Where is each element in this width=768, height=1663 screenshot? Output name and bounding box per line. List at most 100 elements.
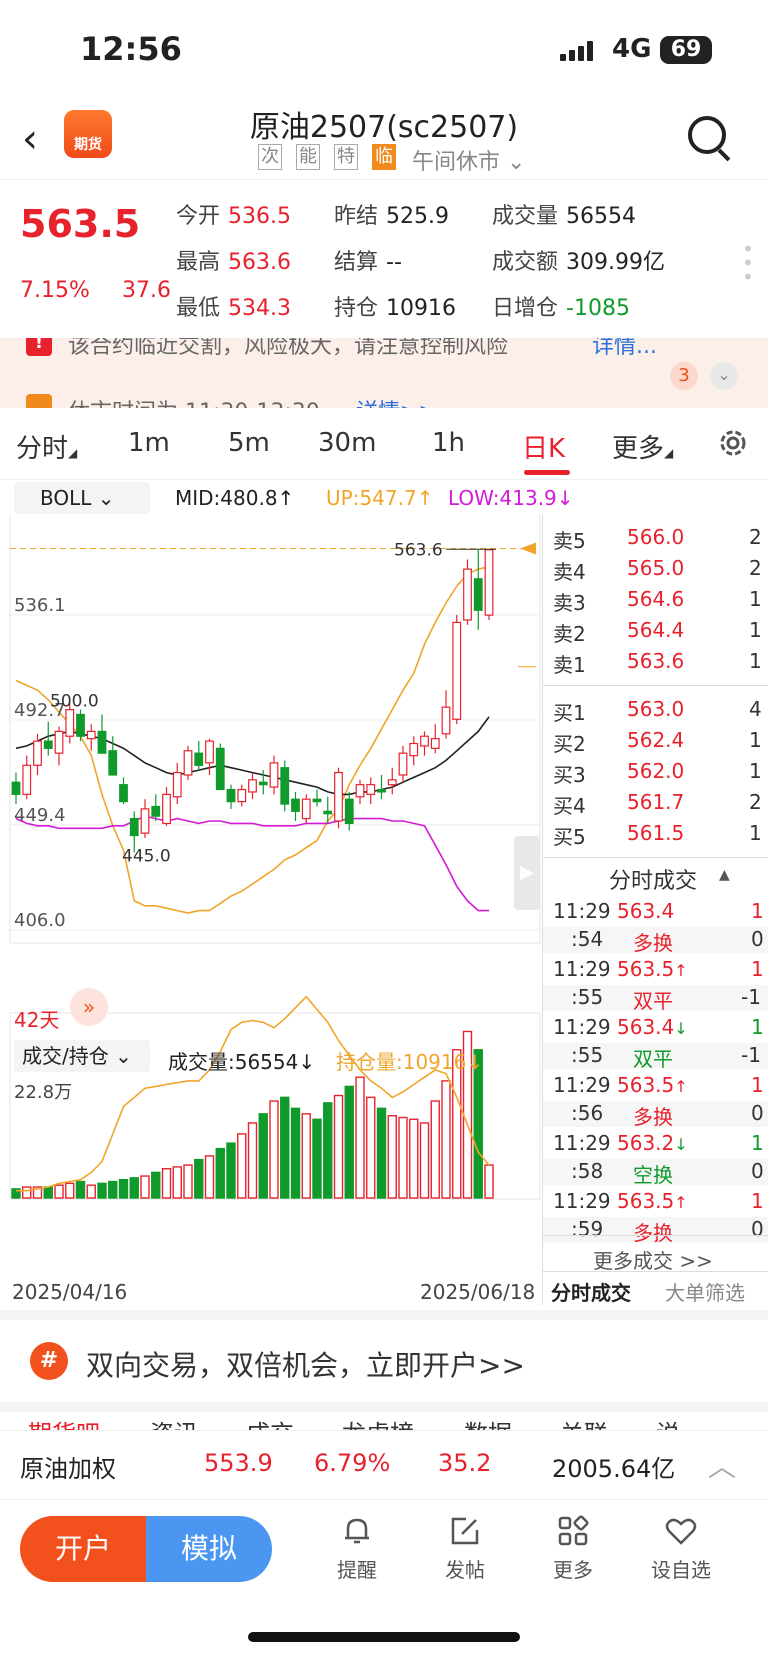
weighted-index-bar[interactable]: 原油加权 553.9 6.79% 35.2 2005.64亿 ︿ (0, 1430, 768, 1500)
alert-detail-link-2[interactable]: 详情>> (356, 394, 437, 408)
status-bar: 12:56 4G 69 (0, 0, 768, 100)
chevron-down-icon: ⌄ (97, 486, 115, 510)
heart-icon (665, 1518, 697, 1545)
promo-banner[interactable]: # 双向交易，双倍机会，立即开户>> (0, 1310, 768, 1402)
quote-field-label: 日增仓 (492, 296, 559, 321)
divider (543, 685, 768, 686)
ticks-title: 分时成交 (609, 869, 698, 894)
tick-qty: 1 (751, 1189, 764, 1213)
alert-detail-link[interactable]: 详情... (592, 338, 657, 360)
volume-bar (215, 1147, 225, 1199)
tick-price: 563.2↓ (617, 1131, 688, 1155)
tab-ticks[interactable]: 分时成交 (551, 1277, 631, 1306)
volume-bar (387, 1114, 397, 1199)
volume-selector[interactable]: 成交/持仓 ⌄ (14, 1040, 150, 1072)
quote-field-label: 结算 (334, 250, 379, 275)
indicator-selector[interactable]: BOLL ⌄ (14, 482, 150, 514)
ask-label: 卖2 (553, 622, 586, 646)
settings-gear-icon[interactable] (716, 426, 750, 460)
bid-price: 561.5 (627, 821, 685, 845)
tab-1m[interactable]: 1m (128, 428, 170, 458)
post-button[interactable]: 发帖 (430, 1514, 500, 1583)
quote-field: 结算 -- (334, 244, 402, 276)
volume-bar (172, 1166, 182, 1199)
volume-bar (118, 1179, 129, 1199)
date-end: 2025/06/18 (420, 1280, 536, 1304)
open-account-button[interactable]: 开户 (20, 1516, 146, 1582)
sub-tab[interactable]: 成交 (246, 1414, 294, 1430)
sub-tab[interactable]: 期货吧 (28, 1414, 100, 1430)
tab-more[interactable]: 更多◢ (612, 428, 673, 465)
ask-label: 卖5 (553, 529, 586, 553)
fast-forward-icon[interactable]: » (70, 988, 108, 1026)
session-label: 午间休市 (412, 150, 501, 175)
tick-price: 563.5↑ (617, 1189, 688, 1213)
sub-tab[interactable]: 说 (656, 1414, 680, 1430)
candle-body (172, 771, 182, 798)
tick-time: 11:29 (553, 1131, 611, 1155)
more-button[interactable]: 更多 (538, 1514, 608, 1583)
tab-timeshare[interactable]: 分时◢ (16, 428, 77, 465)
candle-body (344, 798, 354, 825)
chevron-up-icon[interactable]: ︿ (708, 1445, 736, 1485)
sub-tab[interactable]: 资讯 (150, 1414, 198, 1430)
candle-body (194, 752, 204, 766)
tab-5m[interactable]: 5m (228, 428, 270, 458)
expand-side-icon[interactable]: ▶ (514, 836, 540, 910)
tick-time: 11:29 (553, 957, 611, 981)
sub-tab[interactable]: 龙虎榜 (342, 1414, 414, 1430)
open-interest-label: 持仓量:10916↓ (336, 1050, 484, 1074)
change-value: 37.6 (122, 278, 171, 303)
chart-grid (9, 515, 541, 944)
tick-sec: :58 (571, 1159, 604, 1183)
kline-chart[interactable]: 579.4536.1492.7449.4406.0563.6500.0445.0 (0, 515, 545, 1305)
add-watchlist-button[interactable]: 设自选 (646, 1514, 716, 1583)
expand-chevron-icon[interactable]: ⌄ (710, 362, 738, 390)
grid-icon (558, 1515, 589, 1546)
candle-body (237, 788, 247, 803)
weighted-chg: 35.2 (438, 1449, 492, 1477)
volume-bar (376, 1107, 387, 1199)
volume-bar (108, 1180, 118, 1199)
sub-tab[interactable]: 数据 (464, 1414, 512, 1430)
volume-bar (409, 1118, 419, 1199)
simulate-button[interactable]: 模拟 (146, 1516, 272, 1582)
candle-body (33, 740, 42, 766)
bid-label: 买3 (553, 763, 586, 787)
candle-body (323, 810, 333, 815)
tab-daily-k[interactable]: 日K (522, 428, 565, 465)
tick-type: 多换 (633, 931, 673, 955)
tab-30m[interactable]: 30m (318, 428, 376, 458)
candle-body (162, 793, 171, 825)
more-trades-link[interactable]: 更多成交 >> (593, 1245, 713, 1274)
tick-time: 11:29 (553, 1189, 611, 1213)
back-chevron-icon[interactable]: ‹ (22, 116, 38, 162)
tab-big-orders[interactable]: 大单筛选 (665, 1277, 745, 1306)
warning-icon: ! (26, 338, 52, 356)
tab-1h[interactable]: 1h (432, 428, 465, 458)
quote-field: 昨结 525.9 (334, 198, 449, 230)
period-tabs: 分时◢ 1m 5m 30m 1h 日K 更多◢ (0, 410, 768, 480)
more-dots-icon[interactable]: • • • (742, 239, 754, 287)
y-axis-label: 449.4 (14, 805, 66, 826)
volume-bar (237, 1133, 247, 1199)
bid-price: 563.0 (627, 697, 685, 721)
sub-tab[interactable]: 关联 (560, 1414, 608, 1430)
tick-price: 563.5↑ (617, 957, 688, 981)
remind-button[interactable]: 提醒 (322, 1514, 392, 1583)
candle-body (97, 730, 107, 754)
ask-price: 563.6 (627, 649, 685, 673)
candle-body (334, 771, 343, 822)
alert-text-2: 休市时间为 11:30-13:30 (68, 394, 320, 408)
session-dropdown[interactable]: 午间休市 ⌄ (412, 144, 525, 176)
tick-type: 多换 (633, 1221, 673, 1245)
quote-field: 最低 534.3 (176, 290, 291, 322)
indicator-row: BOLL ⌄ MID:480.8↑ UP:547.7↑ LOW:413.9↓ (0, 480, 574, 516)
candle-body (54, 730, 64, 754)
volume-bar (151, 1171, 161, 1199)
bid-qty: 1 (749, 821, 762, 845)
search-icon[interactable] (688, 116, 726, 154)
indicator-name: BOLL (40, 486, 92, 510)
risk-alert-banner[interactable]: ! 该合约临近交割，风险极大，请注意控制风险 详情... 3 ⌄ 休市时间为 1… (0, 338, 768, 408)
alert-count-badge: 3 (670, 362, 698, 390)
